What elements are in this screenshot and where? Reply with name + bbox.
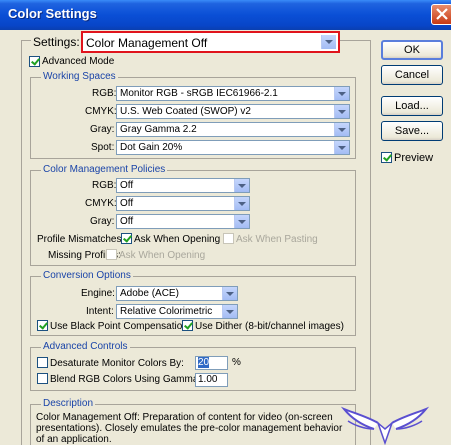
ws-cmyk-dropdown[interactable]: U.S. Web Coated (SWOP) v2 <box>116 104 350 119</box>
chevron-down-icon <box>334 123 349 136</box>
settings-value: Color Management Off <box>86 36 208 50</box>
description-text: Color Management Off: Preparation of con… <box>36 412 343 445</box>
engine-label: Engine: <box>81 288 115 299</box>
desaturate-label: Desaturate Monitor Colors By: <box>50 358 184 369</box>
profile-mismatches-label: Profile Mismatches: <box>37 234 125 245</box>
ws-spot-dropdown[interactable]: Dot Gain 20% <box>116 140 350 155</box>
ws-cmyk-value: U.S. Web Coated (SWOP) v2 <box>120 106 251 117</box>
chevron-down-icon <box>334 87 349 100</box>
chevron-down-icon <box>321 35 336 49</box>
policy-rgb-label: RGB: <box>92 180 117 191</box>
black-point-checkbox[interactable] <box>37 320 48 331</box>
ws-gray-label: Gray: <box>90 124 115 135</box>
policy-gray-dropdown[interactable]: Off <box>116 214 250 229</box>
close-button[interactable] <box>431 4 451 25</box>
intent-dropdown[interactable]: Relative Colorimetric <box>116 304 238 319</box>
advanced-controls-title: Advanced Controls <box>41 341 130 352</box>
cancel-button[interactable]: Cancel <box>381 65 443 85</box>
settings-label: Settings: <box>31 35 82 49</box>
ws-rgb-label: RGB: <box>92 88 117 99</box>
mismatch-ask-opening-label: Ask When Opening <box>134 234 221 245</box>
chevron-down-icon <box>234 215 249 228</box>
advanced-mode-label: Advanced Mode <box>42 56 115 67</box>
policies-title: Color Management Policies <box>41 164 168 175</box>
policy-cmyk-label: CMYK: <box>85 198 117 209</box>
chevron-down-icon <box>234 197 249 210</box>
policy-rgb-value: Off <box>120 180 134 191</box>
advanced-mode-checkbox[interactable] <box>29 56 40 67</box>
blend-gamma-value: 1.00 <box>198 374 218 385</box>
mismatch-ask-pasting-label: Ask When Pasting <box>236 234 318 245</box>
save-button[interactable]: Save... <box>381 121 443 141</box>
intent-label: Intent: <box>86 306 114 317</box>
chevron-down-icon <box>222 305 237 318</box>
load-button[interactable]: Load... <box>381 96 443 116</box>
chevron-down-icon <box>334 141 349 154</box>
preview-label: Preview <box>394 152 434 164</box>
color-settings-dialog: Color Settings Settings: Color Managemen… <box>0 0 451 445</box>
dither-checkbox[interactable] <box>182 320 193 331</box>
chevron-down-icon <box>222 287 237 300</box>
ws-gray-value: Gray Gamma 2.2 <box>120 124 197 135</box>
ws-spot-label: Spot: <box>91 142 115 153</box>
blend-gamma-label: Blend RGB Colors Using Gamma: <box>50 374 202 385</box>
desaturate-input[interactable]: 20 <box>195 356 228 370</box>
intent-value: Relative Colorimetric <box>120 306 213 317</box>
chevron-down-icon <box>334 105 349 118</box>
ws-rgb-dropdown[interactable]: Monitor RGB - sRGB IEC61966-2.1 <box>116 86 350 101</box>
blend-gamma-checkbox[interactable] <box>37 373 48 384</box>
engine-value: Adobe (ACE) <box>120 288 179 299</box>
policy-gray-value: Off <box>120 216 134 227</box>
ok-button[interactable]: OK <box>381 40 443 60</box>
title-bar[interactable]: Color Settings <box>0 0 451 30</box>
desaturate-checkbox[interactable] <box>37 357 48 368</box>
chevron-down-icon <box>234 179 249 192</box>
window-title: Color Settings <box>8 6 97 21</box>
missing-ask-opening-label: Ask When Opening <box>119 250 206 261</box>
ws-cmyk-label: CMYK: <box>85 106 117 117</box>
policy-rgb-dropdown[interactable]: Off <box>116 178 250 193</box>
conversion-title: Conversion Options <box>41 270 133 281</box>
ws-gray-dropdown[interactable]: Gray Gamma 2.2 <box>116 122 350 137</box>
description-title: Description <box>41 398 96 409</box>
mismatch-ask-opening-checkbox[interactable] <box>121 233 132 244</box>
black-point-label: Use Black Point Compensation <box>50 321 188 332</box>
dither-label: Use Dither (8-bit/channel images) <box>195 321 344 332</box>
desaturate-unit: % <box>232 357 241 368</box>
working-spaces-title: Working Spaces <box>41 71 118 82</box>
engine-dropdown[interactable]: Adobe (ACE) <box>116 286 238 301</box>
blend-gamma-input[interactable]: 1.00 <box>195 373 228 387</box>
ws-spot-value: Dot Gain 20% <box>120 142 183 153</box>
desaturate-value: 20 <box>198 357 210 368</box>
missing-ask-opening-checkbox[interactable] <box>106 249 117 260</box>
policy-cmyk-value: Off <box>120 198 134 209</box>
policy-cmyk-dropdown[interactable]: Off <box>116 196 250 211</box>
ws-rgb-value: Monitor RGB - sRGB IEC61966-2.1 <box>120 88 278 99</box>
settings-dropdown[interactable]: Color Management Off <box>81 31 340 53</box>
preview-checkbox[interactable] <box>381 152 392 163</box>
policy-gray-label: Gray: <box>90 216 115 227</box>
winged-logo-icon <box>340 406 430 445</box>
close-icon <box>436 8 448 20</box>
mismatch-ask-pasting-checkbox[interactable] <box>223 233 234 244</box>
